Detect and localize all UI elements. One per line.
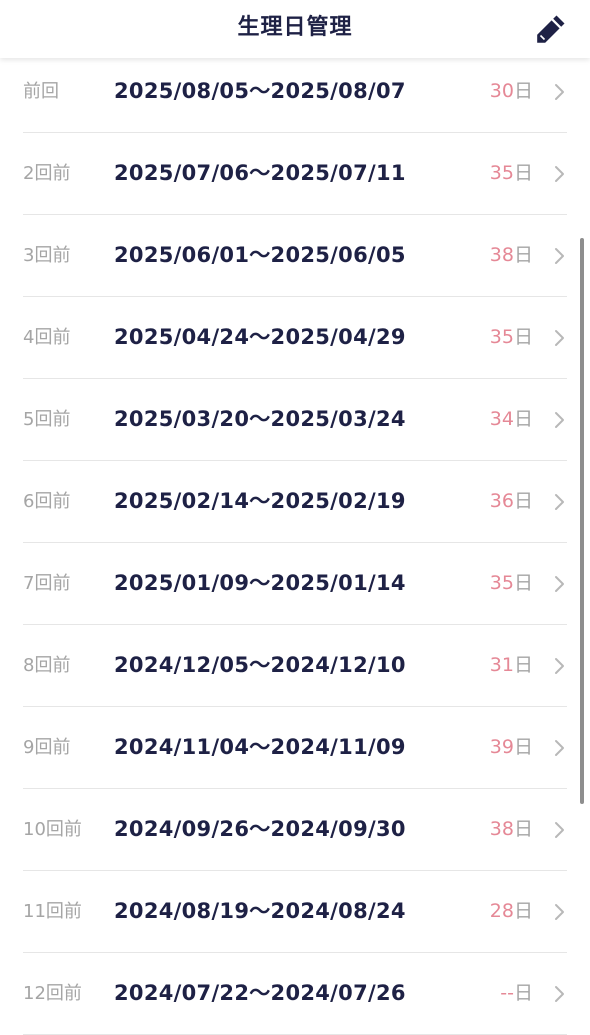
record-label: 5回前 xyxy=(23,409,71,430)
record-label: 12回前 xyxy=(23,983,82,1004)
cycle-days-value: 38 xyxy=(489,818,514,840)
scrollbar[interactable] xyxy=(580,238,584,804)
record-row[interactable]: 3回前 2025/06/01〜2025/06/05 38日 xyxy=(23,215,567,297)
app-header: 生理日管理 xyxy=(0,0,590,58)
record-date-range: 2025/08/05〜2025/08/07 xyxy=(114,79,406,103)
record-date-range: 2025/02/14〜2025/02/19 xyxy=(114,489,406,513)
record-date-range: 2025/07/06〜2025/07/11 xyxy=(114,161,406,185)
cycle-length: 35日 xyxy=(490,297,533,378)
record-date-range: 2024/12/05〜2024/12/10 xyxy=(114,653,406,677)
cycle-length: 38日 xyxy=(490,789,533,870)
cycle-days-unit: 日 xyxy=(513,818,533,840)
chevron-right-icon xyxy=(555,904,564,920)
record-label: 7回前 xyxy=(23,573,71,594)
chevron-right-icon xyxy=(555,822,564,838)
cycle-days-unit: 日 xyxy=(513,80,533,102)
record-label: 前回 xyxy=(23,81,59,102)
record-row[interactable]: 6回前 2025/02/14〜2025/02/19 36日 xyxy=(23,461,567,543)
cycle-days-unit: 日 xyxy=(513,244,533,266)
cycle-length: --日 xyxy=(500,953,533,1034)
cycle-length: 38日 xyxy=(490,215,533,296)
record-date-range: 2025/04/24〜2025/04/29 xyxy=(114,325,406,349)
record-row[interactable]: 9回前 2024/11/04〜2024/11/09 39日 xyxy=(23,707,567,789)
record-date-range: 2024/07/22〜2024/07/26 xyxy=(114,981,406,1005)
cycle-days-value: 38 xyxy=(489,244,514,266)
cycle-days-unit: 日 xyxy=(513,572,533,594)
period-record-list: 前回 2025/08/05〜2025/08/07 30日 2回前 2025/07/06〜… xyxy=(0,51,590,1035)
cycle-length: 35日 xyxy=(490,543,533,624)
cycle-length: 31日 xyxy=(490,625,533,706)
cycle-days-value: 35 xyxy=(489,572,514,594)
chevron-right-icon xyxy=(555,412,564,428)
record-label: 3回前 xyxy=(23,245,71,266)
chevron-right-icon xyxy=(555,84,564,100)
cycle-days-unit: 日 xyxy=(513,408,533,430)
record-date-range: 2024/08/19〜2024/08/24 xyxy=(114,899,406,923)
record-row[interactable]: 4回前 2025/04/24〜2025/04/29 35日 xyxy=(23,297,567,379)
record-label: 4回前 xyxy=(23,327,71,348)
chevron-right-icon xyxy=(555,494,564,510)
cycle-days-unit: 日 xyxy=(513,982,533,1004)
record-date-range: 2025/03/20〜2025/03/24 xyxy=(114,407,406,431)
record-row[interactable]: 10回前 2024/09/26〜2024/09/30 38日 xyxy=(23,789,567,871)
record-date-range: 2024/09/26〜2024/09/30 xyxy=(114,817,406,841)
cycle-days-value: 36 xyxy=(489,490,514,512)
record-row[interactable]: 7回前 2025/01/09〜2025/01/14 35日 xyxy=(23,543,567,625)
cycle-days-unit: 日 xyxy=(513,654,533,676)
record-label: 10回前 xyxy=(23,819,82,840)
cycle-length: 39日 xyxy=(490,707,533,788)
record-label: 2回前 xyxy=(23,163,71,184)
cycle-days-value: 31 xyxy=(489,654,514,676)
record-row[interactable]: 5回前 2025/03/20〜2025/03/24 34日 xyxy=(23,379,567,461)
record-label: 9回前 xyxy=(23,737,71,758)
cycle-days-value: 39 xyxy=(489,736,514,758)
cycle-days-unit: 日 xyxy=(513,900,533,922)
cycle-days-value: -- xyxy=(500,982,514,1004)
edit-button[interactable] xyxy=(534,12,568,46)
chevron-right-icon xyxy=(555,330,564,346)
cycle-days-unit: 日 xyxy=(513,326,533,348)
cycle-days-value: 35 xyxy=(489,326,514,348)
chevron-right-icon xyxy=(555,740,564,756)
cycle-length: 34日 xyxy=(490,379,533,460)
record-date-range: 2025/06/01〜2025/06/05 xyxy=(114,243,406,267)
cycle-days-unit: 日 xyxy=(513,736,533,758)
record-date-range: 2025/01/09〜2025/01/14 xyxy=(114,571,406,595)
cycle-days-unit: 日 xyxy=(513,162,533,184)
cycle-days-value: 28 xyxy=(489,900,514,922)
cycle-length: 28日 xyxy=(490,871,533,952)
record-label: 6回前 xyxy=(23,491,71,512)
cycle-length: 35日 xyxy=(490,133,533,214)
cycle-days-value: 34 xyxy=(489,408,514,430)
cycle-days-value: 35 xyxy=(489,162,514,184)
chevron-right-icon xyxy=(555,986,564,1002)
record-label: 11回前 xyxy=(23,901,82,922)
record-row[interactable]: 11回前 2024/08/19〜2024/08/24 28日 xyxy=(23,871,567,953)
cycle-length: 30日 xyxy=(490,51,533,132)
cycle-days-value: 30 xyxy=(489,80,514,102)
record-label: 8回前 xyxy=(23,655,71,676)
chevron-right-icon xyxy=(555,166,564,182)
chevron-right-icon xyxy=(555,576,564,592)
chevron-right-icon xyxy=(555,248,564,264)
page-title: 生理日管理 xyxy=(237,15,353,40)
cycle-length: 36日 xyxy=(490,461,533,542)
record-row[interactable]: 12回前 2024/07/22〜2024/07/26 --日 xyxy=(23,953,567,1035)
chevron-right-icon xyxy=(555,658,564,674)
pencil-icon xyxy=(537,15,565,43)
record-date-range: 2024/11/04〜2024/11/09 xyxy=(114,735,406,759)
record-row[interactable]: 2回前 2025/07/06〜2025/07/11 35日 xyxy=(23,133,567,215)
cycle-days-unit: 日 xyxy=(513,490,533,512)
record-row[interactable]: 前回 2025/08/05〜2025/08/07 30日 xyxy=(23,51,567,133)
record-row[interactable]: 8回前 2024/12/05〜2024/12/10 31日 xyxy=(23,625,567,707)
